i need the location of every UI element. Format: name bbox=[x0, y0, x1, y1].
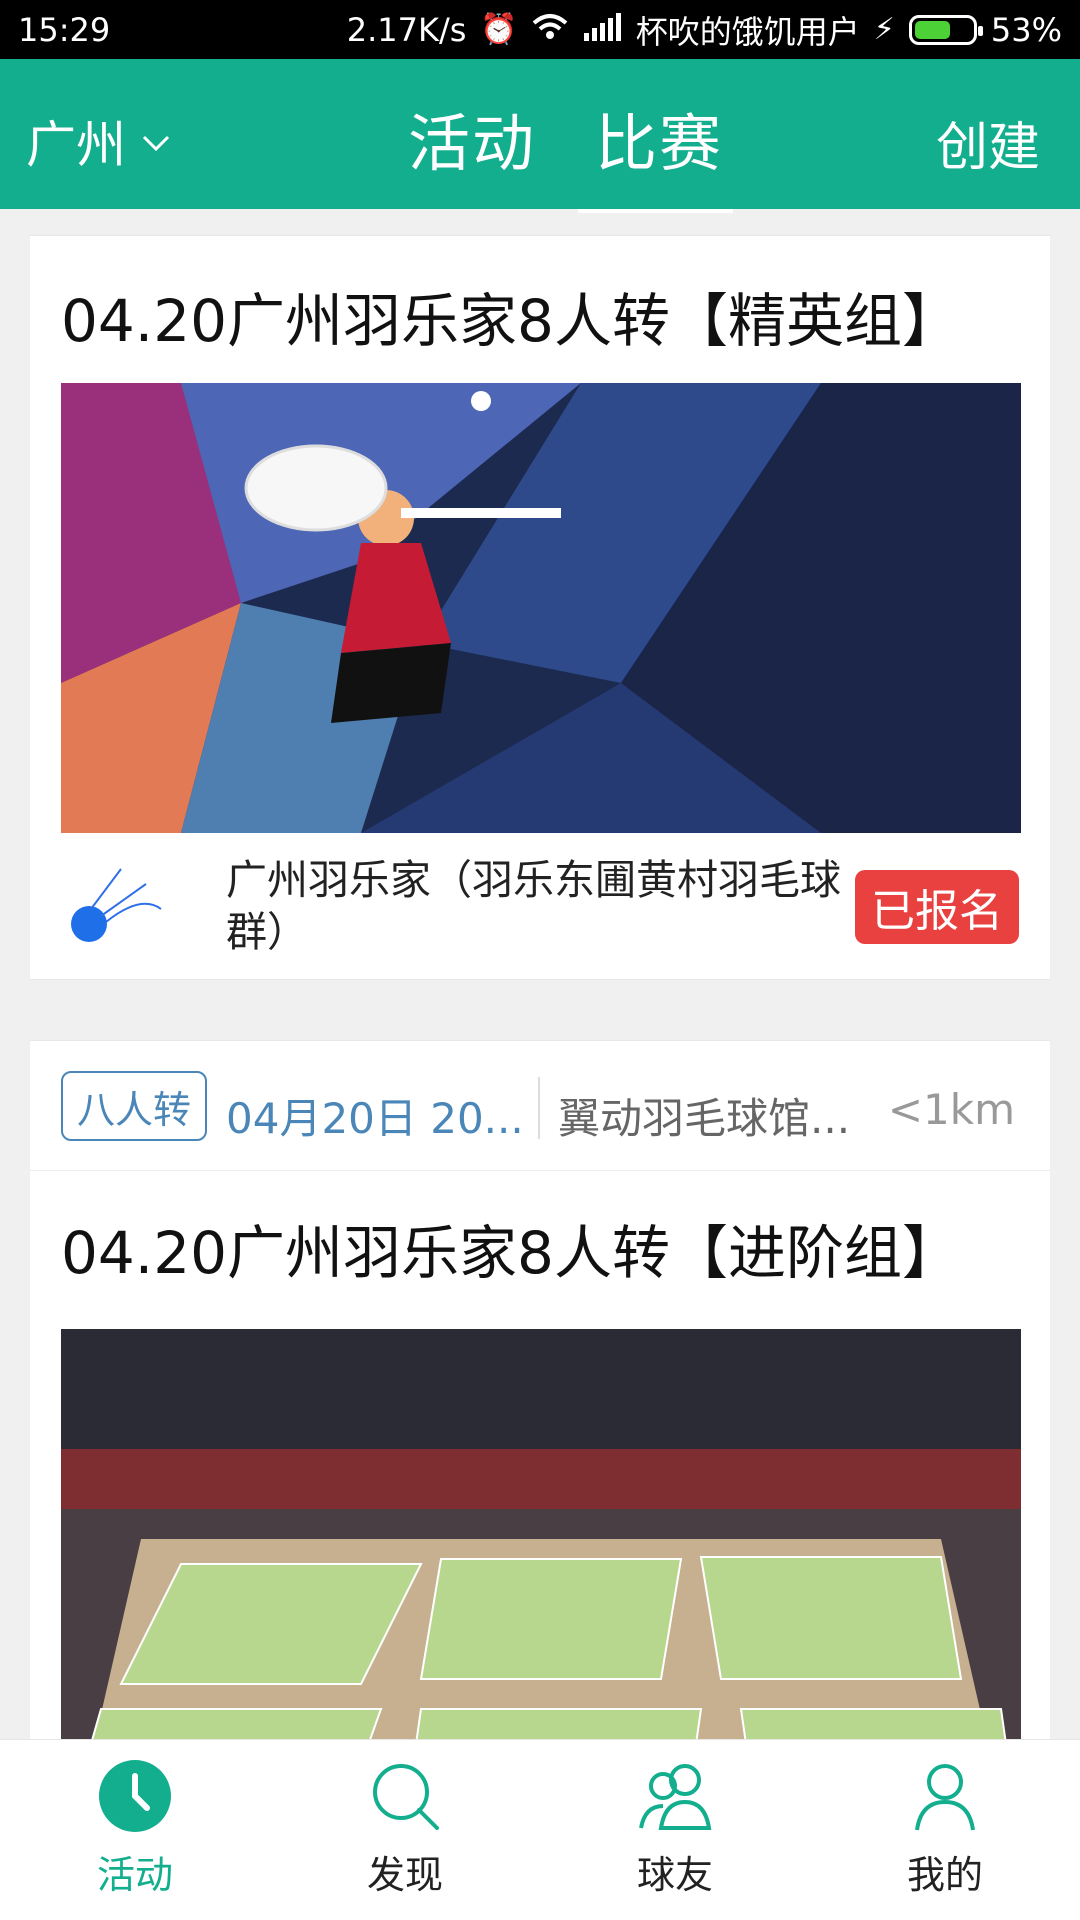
event-title: 04.20广州羽乐家8人转【进阶组】 bbox=[61, 1219, 960, 1287]
event-card[interactable]: 八人转 04月20日 20... 翼动羽毛球馆... <1km 04.20广州羽… bbox=[30, 1040, 1050, 1739]
badminton-hall-photo bbox=[61, 1329, 1021, 1739]
signal-icon bbox=[582, 12, 622, 47]
nav-friends[interactable]: 球友 bbox=[540, 1758, 810, 1918]
app-header: 广州 活动 比赛 创建 bbox=[0, 59, 1080, 213]
status-bar: 15:29 2.17K/s ⏰ 杯吹的饿饥用户 ⚡ 53% bbox=[0, 0, 1080, 59]
nav-mine-label: 我的 bbox=[906, 1853, 983, 1897]
nav-friends-label: 球友 bbox=[636, 1853, 713, 1897]
bottom-navigation: 活动 发现 球友 我的 bbox=[0, 1739, 1080, 1920]
event-banner-image bbox=[61, 383, 1021, 833]
create-button[interactable]: 创建 bbox=[936, 105, 1040, 180]
event-venue: 翼动羽毛球馆... bbox=[558, 1094, 851, 1143]
charging-icon: ⚡ bbox=[873, 11, 895, 47]
nav-activities-label: 活动 bbox=[96, 1853, 173, 1897]
event-date: 04月20日 20... bbox=[226, 1094, 524, 1143]
event-list: 04.20广州羽乐家8人转【精英组】 广州羽乐家（羽乐东圃黄村羽毛球群） 已报名… bbox=[0, 209, 1080, 1739]
carrier-name: 杯吹的饿饥用户 bbox=[635, 12, 860, 51]
friends-icon bbox=[639, 1764, 712, 1830]
wifi-icon bbox=[532, 13, 568, 47]
nav-activities[interactable]: 活动 bbox=[0, 1758, 270, 1918]
organizer-logo bbox=[61, 854, 171, 954]
event-title: 04.20广州羽乐家8人转【精英组】 bbox=[61, 287, 960, 355]
registration-status-badge: 已报名 bbox=[855, 870, 1019, 944]
nav-mine[interactable]: 我的 bbox=[810, 1758, 1080, 1918]
event-meta-row: 八人转 04月20日 20... 翼动羽毛球馆... <1km bbox=[30, 1041, 1050, 1171]
tab-matches[interactable]: 比赛 bbox=[595, 93, 723, 183]
alarm-icon: ⏰ bbox=[480, 11, 518, 47]
user-icon bbox=[915, 1764, 975, 1831]
event-type-tag: 八人转 bbox=[61, 1071, 207, 1141]
tab-activities[interactable]: 活动 bbox=[408, 93, 536, 183]
event-distance: <1km bbox=[887, 1085, 1015, 1134]
battery-percent: 53% bbox=[990, 10, 1062, 49]
event-banner-image bbox=[61, 1329, 1021, 1739]
network-speed: 2.17K/s bbox=[346, 10, 467, 49]
clock-icon bbox=[99, 1760, 171, 1832]
badminton-player-illustration bbox=[61, 383, 1021, 833]
event-card[interactable]: 04.20广州羽乐家8人转【精英组】 广州羽乐家（羽乐东圃黄村羽毛球群） 已报名 bbox=[30, 235, 1050, 980]
organizer-row[interactable]: 广州羽乐家（羽乐东圃黄村羽毛球群） 已报名 bbox=[61, 846, 1019, 956]
nav-discover[interactable]: 发现 bbox=[270, 1758, 540, 1918]
status-time: 15:29 bbox=[18, 10, 111, 49]
search-icon bbox=[373, 1764, 439, 1830]
meta-divider bbox=[538, 1077, 540, 1139]
organizer-name: 广州羽乐家（羽乐东圃黄村羽毛球群） bbox=[226, 856, 841, 956]
battery-icon bbox=[908, 14, 983, 45]
header-tabs: 活动 比赛 bbox=[0, 93, 1080, 213]
nav-discover-label: 发现 bbox=[366, 1853, 443, 1897]
status-right: 2.17K/s ⏰ 杯吹的饿饥用户 ⚡ 53% bbox=[347, 7, 1062, 53]
